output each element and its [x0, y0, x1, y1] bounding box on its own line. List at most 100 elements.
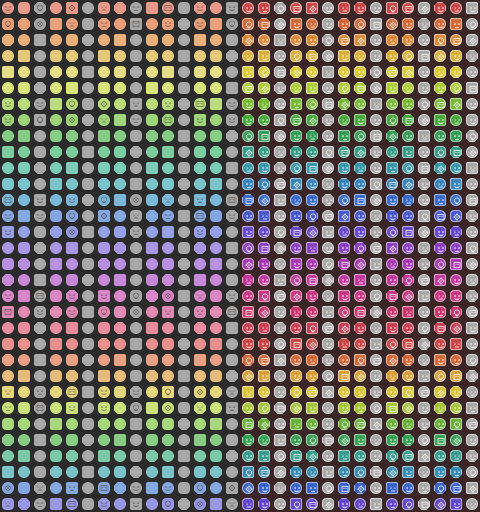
sprite-circle-icon	[2, 2, 14, 14]
sprite-octa-icon	[34, 2, 46, 14]
sprite-circle-icon	[114, 450, 126, 462]
sprite-circle-icon	[466, 386, 478, 398]
sprite-square-icon	[466, 2, 478, 14]
sprite-rounded-icon	[210, 210, 222, 222]
sprite-octa-icon	[354, 322, 366, 334]
sprite-tile	[432, 128, 448, 144]
sprite-tile	[240, 224, 256, 240]
sprite-square-icon	[338, 130, 350, 142]
sprite-tile	[384, 272, 400, 288]
sprite-circle-icon	[34, 130, 46, 142]
sprite-tile	[144, 96, 160, 112]
sprite-circle-icon	[50, 402, 62, 414]
sprite-circle-icon	[434, 18, 446, 30]
sprite-circle-icon	[402, 82, 414, 94]
sprite-square-icon	[162, 66, 174, 78]
sprite-tile	[320, 128, 336, 144]
sprite-circle-icon	[82, 162, 94, 174]
sprite-tile	[240, 208, 256, 224]
sprite-rounded-icon	[194, 306, 206, 318]
sprite-circle-icon	[450, 434, 462, 446]
sprite-tile	[160, 80, 176, 96]
sprite-square-icon	[162, 146, 174, 158]
sprite-octa-icon	[450, 226, 462, 238]
sprite-square-icon	[162, 306, 174, 318]
sprite-circle-icon	[50, 2, 62, 14]
sprite-square-icon	[338, 370, 350, 382]
sprite-tile	[352, 416, 368, 432]
sprite-square-icon	[418, 50, 430, 62]
sprite-tile	[16, 224, 32, 240]
sprite-square-icon	[450, 98, 462, 110]
sprite-circle-icon	[306, 18, 318, 30]
sprite-circle-icon	[322, 162, 334, 174]
sprite-tile	[288, 0, 304, 16]
sprite-circle-icon	[306, 466, 318, 478]
sprite-rounded-icon	[370, 370, 382, 382]
sprite-tile	[80, 224, 96, 240]
sprite-tile	[208, 464, 224, 480]
sprite-circle-icon	[130, 402, 142, 414]
sprite-tile	[384, 352, 400, 368]
sprite-circle-icon	[178, 434, 190, 446]
sprite-tile	[240, 384, 256, 400]
sprite-octa-icon	[386, 130, 398, 142]
sprite-tile	[384, 432, 400, 448]
sprite-circle-icon	[66, 306, 78, 318]
sprite-tile	[16, 16, 32, 32]
sprite-tile	[240, 256, 256, 272]
sprite-circle-icon	[322, 370, 334, 382]
sprite-tile	[176, 112, 192, 128]
sprite-tile	[320, 400, 336, 416]
sprite-circle-icon	[34, 98, 46, 110]
sprite-tile	[192, 384, 208, 400]
sprite-circle-icon	[258, 354, 270, 366]
sprite-tile	[432, 240, 448, 256]
sprite-square-icon	[258, 370, 270, 382]
sprite-tile	[112, 96, 128, 112]
sprite-circle-icon	[50, 34, 62, 46]
sprite-tile	[240, 432, 256, 448]
sprite-tile	[320, 160, 336, 176]
sprite-tile	[160, 176, 176, 192]
sprite-tile	[224, 448, 240, 464]
sprite-tile	[336, 240, 352, 256]
sprite-square-icon	[290, 338, 302, 350]
sprite-square-icon	[242, 386, 254, 398]
sprite-tile	[304, 32, 320, 48]
sprite-tile	[448, 480, 464, 496]
sprite-tile	[464, 224, 480, 240]
sprite-rounded-icon	[162, 258, 174, 270]
sprite-square-icon	[146, 82, 158, 94]
sprite-tile	[16, 48, 32, 64]
sprite-tile	[352, 480, 368, 496]
sprite-octa-icon	[50, 466, 62, 478]
sprite-tile	[80, 32, 96, 48]
sprite-tile	[400, 256, 416, 272]
sprite-square-icon	[370, 178, 382, 190]
sprite-tile	[160, 496, 176, 512]
sprite-octa-icon	[66, 370, 78, 382]
sprite-tile	[224, 432, 240, 448]
sprite-circle-icon	[194, 258, 206, 270]
sprite-tile	[416, 352, 432, 368]
sprite-rounded-icon	[82, 258, 94, 270]
sprite-circle-icon	[18, 146, 30, 158]
sprite-rounded-icon	[322, 418, 334, 430]
sprite-octa-icon	[434, 162, 446, 174]
sprite-tile	[352, 256, 368, 272]
sprite-rounded-icon	[146, 114, 158, 126]
sprite-square-icon	[114, 114, 126, 126]
sprite-circle-icon	[98, 354, 110, 366]
sprite-octa-icon	[98, 258, 110, 270]
sprite-tile	[336, 208, 352, 224]
sprite-tile	[256, 352, 272, 368]
sprite-tile	[416, 192, 432, 208]
sprite-circle-icon	[274, 290, 286, 302]
sprite-tile	[96, 304, 112, 320]
sprite-rounded-icon	[402, 258, 414, 270]
sprite-circle-icon	[354, 290, 366, 302]
sprite-octa-icon	[194, 242, 206, 254]
sprite-tile	[64, 240, 80, 256]
sprite-rounded-icon	[66, 194, 78, 206]
